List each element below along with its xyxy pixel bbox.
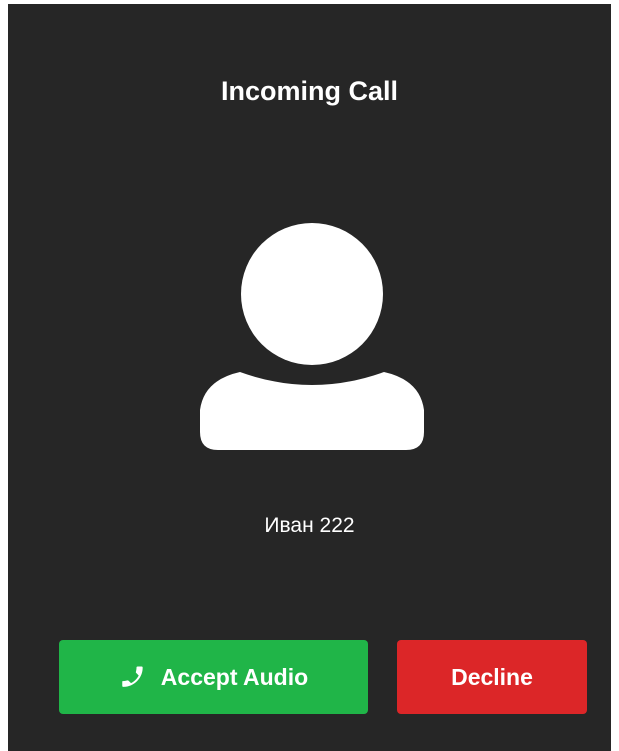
incoming-call-dialog: Incoming Call Иван 222 Accept Audio Decl… xyxy=(8,4,611,751)
accept-audio-button[interactable]: Accept Audio xyxy=(59,640,368,714)
decline-label: Decline xyxy=(451,663,533,690)
user-avatar-icon xyxy=(198,222,426,452)
dialog-title: Incoming Call xyxy=(220,76,399,106)
caller-name: Иван 222 xyxy=(264,514,355,537)
decline-button[interactable]: Decline xyxy=(397,640,587,714)
phone-icon xyxy=(119,663,147,691)
accept-audio-label: Accept Audio xyxy=(160,663,309,690)
